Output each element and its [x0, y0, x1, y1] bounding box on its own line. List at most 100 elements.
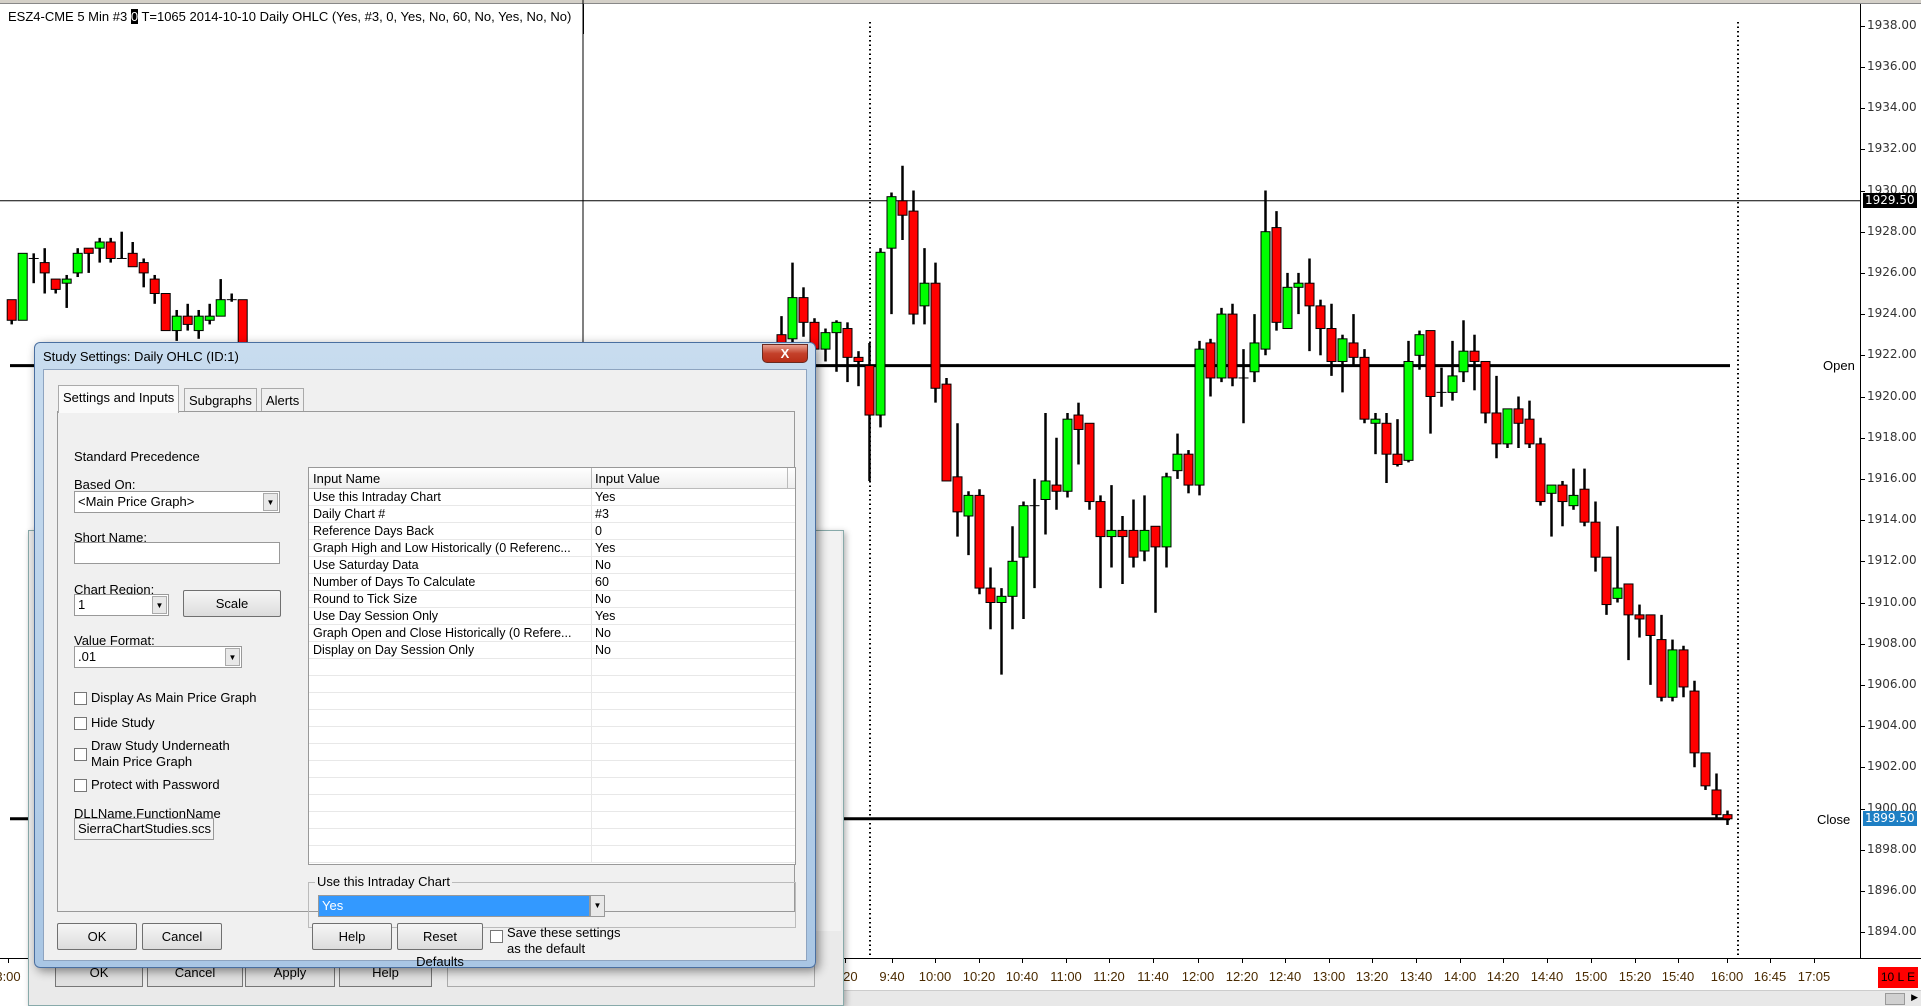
help-button[interactable]: Help	[312, 923, 392, 950]
input-value-cell[interactable]: No	[595, 592, 611, 606]
short-name-input[interactable]	[74, 542, 280, 564]
candle-down	[1645, 614, 1656, 636]
display-as-main-price-graph-checkbox[interactable]	[74, 692, 87, 705]
candle-down	[985, 587, 996, 604]
value-format-select[interactable]: .01 ▼	[74, 646, 242, 668]
candle-up	[1018, 505, 1029, 558]
grid-row-empty[interactable]	[309, 676, 795, 693]
time-tick-label: 17:05	[1797, 969, 1831, 984]
grid-row[interactable]: Number of Days To Calculate 60	[309, 574, 795, 591]
column-header-input-value[interactable]: Input Value	[595, 471, 660, 486]
input-value-cell[interactable]: 60	[595, 575, 609, 589]
input-value-cell[interactable]: #3	[595, 507, 609, 521]
tab-alerts[interactable]: Alerts	[261, 388, 305, 412]
input-value-cell[interactable]: Yes	[595, 490, 615, 504]
input-value-cell[interactable]: Yes	[595, 609, 615, 623]
protect-with-password-checkbox[interactable]	[74, 779, 87, 792]
time-tick-label: 10:20	[962, 969, 996, 984]
grid-row-empty[interactable]	[309, 693, 795, 710]
column-header-input-name[interactable]: Input Name	[313, 471, 380, 486]
grid-row-empty[interactable]	[309, 744, 795, 761]
protect-with-password-label: Protect with Password	[91, 777, 220, 792]
candle-down	[1469, 350, 1480, 362]
grid-row[interactable]: Display on Day Session Only No	[309, 642, 795, 659]
grid-row[interactable]: Graph Open and Close Historically (0 Ref…	[309, 625, 795, 642]
price-tick-label: 1896.00	[1867, 882, 1917, 897]
reset-defaults-button[interactable]: Reset Defaults	[397, 923, 483, 969]
time-tick	[1770, 959, 1771, 963]
candle-down	[1073, 414, 1084, 430]
timeframe-badge[interactable]: 10 L E	[1878, 967, 1918, 988]
grid-row[interactable]: Use Day Session Only Yes	[309, 608, 795, 625]
grid-row[interactable]: Use this Intraday Chart Yes	[309, 489, 795, 506]
chart-region-select[interactable]: 1 ▼	[74, 594, 169, 616]
price-tick	[1861, 231, 1865, 233]
time-tick	[8, 959, 9, 963]
horizontal-scrollbar[interactable]: ▶	[690, 990, 1921, 1006]
hide-study-checkbox[interactable]	[74, 717, 87, 730]
grid-row-empty[interactable]	[309, 659, 795, 676]
candle-down	[6, 299, 17, 321]
scrollbar-thumb[interactable]	[1885, 993, 1905, 1005]
scale-button[interactable]: Scale	[183, 590, 281, 617]
candle-up	[1414, 334, 1425, 356]
input-value-cell[interactable]: No	[595, 558, 611, 572]
grid-row-empty[interactable]	[309, 761, 795, 778]
candle-down	[1227, 313, 1238, 379]
candle-up	[1667, 649, 1678, 698]
candle-down	[1590, 521, 1601, 558]
time-tick-label: 14:20	[1486, 969, 1520, 984]
grid-row[interactable]: Reference Days Back 0	[309, 523, 795, 540]
candle-down	[1689, 690, 1700, 754]
grid-row[interactable]: Round to Tick Size No	[309, 591, 795, 608]
scroll-right-arrow-icon[interactable]: ▶	[1911, 992, 1918, 1003]
chevron-down-icon[interactable]: ▼	[225, 648, 240, 666]
grid-row-empty[interactable]	[309, 710, 795, 727]
candle-down	[1656, 639, 1667, 698]
input-value-cell[interactable]: No	[595, 643, 611, 657]
candle-down	[1304, 282, 1315, 307]
time-tick-label: 11:00	[1050, 969, 1082, 984]
grid-row[interactable]: Graph High and Low Historically (0 Refer…	[309, 540, 795, 557]
candle-down	[1381, 422, 1392, 455]
tab-settings-and-inputs[interactable]: Settings and Inputs	[58, 385, 180, 413]
close-button[interactable]: X	[762, 344, 808, 363]
grid-row-empty[interactable]	[309, 812, 795, 829]
grid-row-empty[interactable]	[309, 778, 795, 795]
based-on-select[interactable]: <Main Price Graph> ▼	[74, 491, 280, 513]
price-tick	[1861, 643, 1865, 645]
grid-row[interactable]: Use Saturday Data No	[309, 557, 795, 574]
time-tick	[1814, 959, 1815, 963]
price-tick	[1861, 561, 1865, 563]
grid-row-empty[interactable]	[309, 829, 795, 846]
dialog-client: Settings and Inputs Subgraphs Alerts Sta…	[43, 369, 807, 969]
inputs-grid[interactable]: Input Name Input Value Use this Intraday…	[308, 467, 796, 865]
chevron-down-icon[interactable]: ▼	[263, 493, 278, 511]
input-value-cell[interactable]: Yes	[595, 541, 615, 555]
candle-down	[1315, 305, 1326, 330]
time-tick	[892, 959, 893, 963]
draw-study-underneath-checkbox[interactable]	[74, 748, 87, 761]
grid-row-empty[interactable]	[309, 795, 795, 812]
save-as-default-checkbox[interactable]	[490, 930, 503, 943]
grid-row-empty[interactable]	[309, 727, 795, 744]
candle-up	[1062, 418, 1073, 492]
candle-down	[864, 365, 875, 416]
chevron-down-icon[interactable]: ▼	[590, 895, 605, 917]
tab-subgraphs[interactable]: Subgraphs	[184, 388, 257, 412]
grid-row-empty[interactable]	[309, 846, 795, 863]
price-axis[interactable]: 1938.00 1936.00 1934.00 1932.00 1930.00 1928.…	[1860, 4, 1921, 960]
grid-row[interactable]: Daily Chart # #3	[309, 506, 795, 523]
price-tick	[1861, 767, 1865, 769]
input-value-cell[interactable]: No	[595, 626, 611, 640]
dll-name-field[interactable]: SierraChartStudies.scs	[74, 818, 214, 840]
input-value-cell[interactable]: 0	[595, 524, 602, 538]
chevron-down-icon[interactable]: ▼	[152, 596, 167, 614]
price-tick	[1861, 355, 1865, 357]
input-value-select[interactable]: Yes ▼	[318, 895, 605, 917]
time-tick-label: 16:45	[1753, 969, 1787, 984]
candle-down	[1348, 342, 1359, 358]
based-on-value: <Main Price Graph>	[78, 494, 195, 509]
cancel-button[interactable]: Cancel	[142, 923, 222, 950]
ok-button[interactable]: OK	[57, 923, 137, 950]
